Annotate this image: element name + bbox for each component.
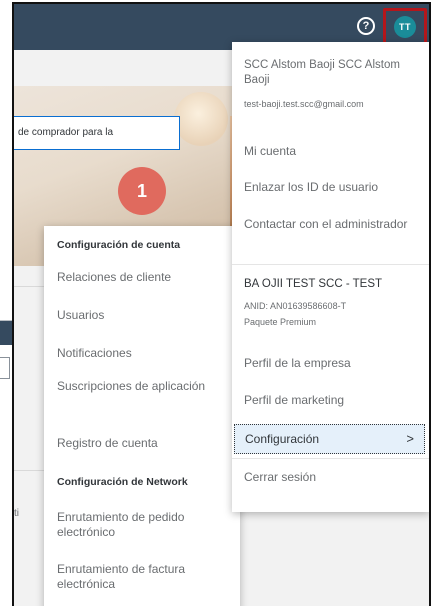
- account-anid: ANID: AN01639586608-T: [244, 301, 347, 311]
- account-menu: SCC Alstom Baoji SCC Alstom Baoji test-b…: [232, 42, 429, 512]
- submenu-item-invoice-routing[interactable]: Enrutamiento de factura electrónica: [57, 562, 232, 592]
- account-package: Paquete Premium: [244, 317, 317, 327]
- background-window-input: [0, 357, 10, 379]
- submenu-item-app-subscriptions[interactable]: Suscripciones de aplicación: [57, 379, 232, 394]
- help-icon[interactable]: ?: [357, 17, 375, 35]
- submenu-item-order-routing[interactable]: Enrutamiento de pedido electrónico: [57, 510, 232, 540]
- menu-item-settings[interactable]: Configuración >: [234, 424, 425, 454]
- submenu-item-customer-relations[interactable]: Relaciones de cliente: [57, 270, 232, 285]
- chevron-right-icon: >: [406, 431, 414, 446]
- buyer-search-input[interactable]: de comprador para la: [14, 116, 180, 150]
- step-number-badge: 1: [118, 167, 166, 215]
- settings-submenu: Configuración de cuenta Relaciones de cl…: [44, 226, 240, 606]
- avatar-highlight: TT: [383, 8, 427, 46]
- menu-item-marketing-profile[interactable]: Perfil de marketing: [244, 393, 424, 408]
- account-user-name: SCC Alstom Baoji SCC Alstom Baoji: [244, 59, 400, 86]
- partial-table-text: ti: [14, 508, 19, 519]
- menu-item-company-profile[interactable]: Perfil de la empresa: [244, 356, 424, 371]
- background-window-header: [0, 321, 12, 345]
- submenu-item-users[interactable]: Usuarios: [57, 308, 232, 323]
- submenu-item-account-registration[interactable]: Registro de cuenta: [57, 436, 232, 451]
- menu-item-settings-label: Configuración: [245, 432, 320, 446]
- menu-item-contact-admin[interactable]: Contactar con el administrador: [244, 217, 424, 232]
- hero-lamp-image: [174, 92, 228, 146]
- user-avatar-button[interactable]: TT: [394, 16, 416, 38]
- menu-item-my-account[interactable]: Mi cuenta: [244, 144, 424, 159]
- submenu-heading-network: Configuración de Network: [57, 476, 188, 488]
- account-email: test-baoji.test.scc@gmail.com: [244, 99, 364, 109]
- menu-separator: [232, 264, 429, 265]
- menu-separator: [232, 458, 429, 459]
- menu-item-logout[interactable]: Cerrar sesión: [244, 470, 424, 485]
- menu-item-link-user-ids[interactable]: Enlazar los ID de usuario: [244, 180, 424, 195]
- submenu-heading-account: Configuración de cuenta: [57, 239, 181, 251]
- account-company-name: BA OJII TEST SCC - TEST: [244, 278, 383, 290]
- screenshot-frame: ? TT de comprador para la 1 ti Configura…: [12, 2, 431, 606]
- submenu-item-notifications[interactable]: Notificaciones: [57, 346, 232, 361]
